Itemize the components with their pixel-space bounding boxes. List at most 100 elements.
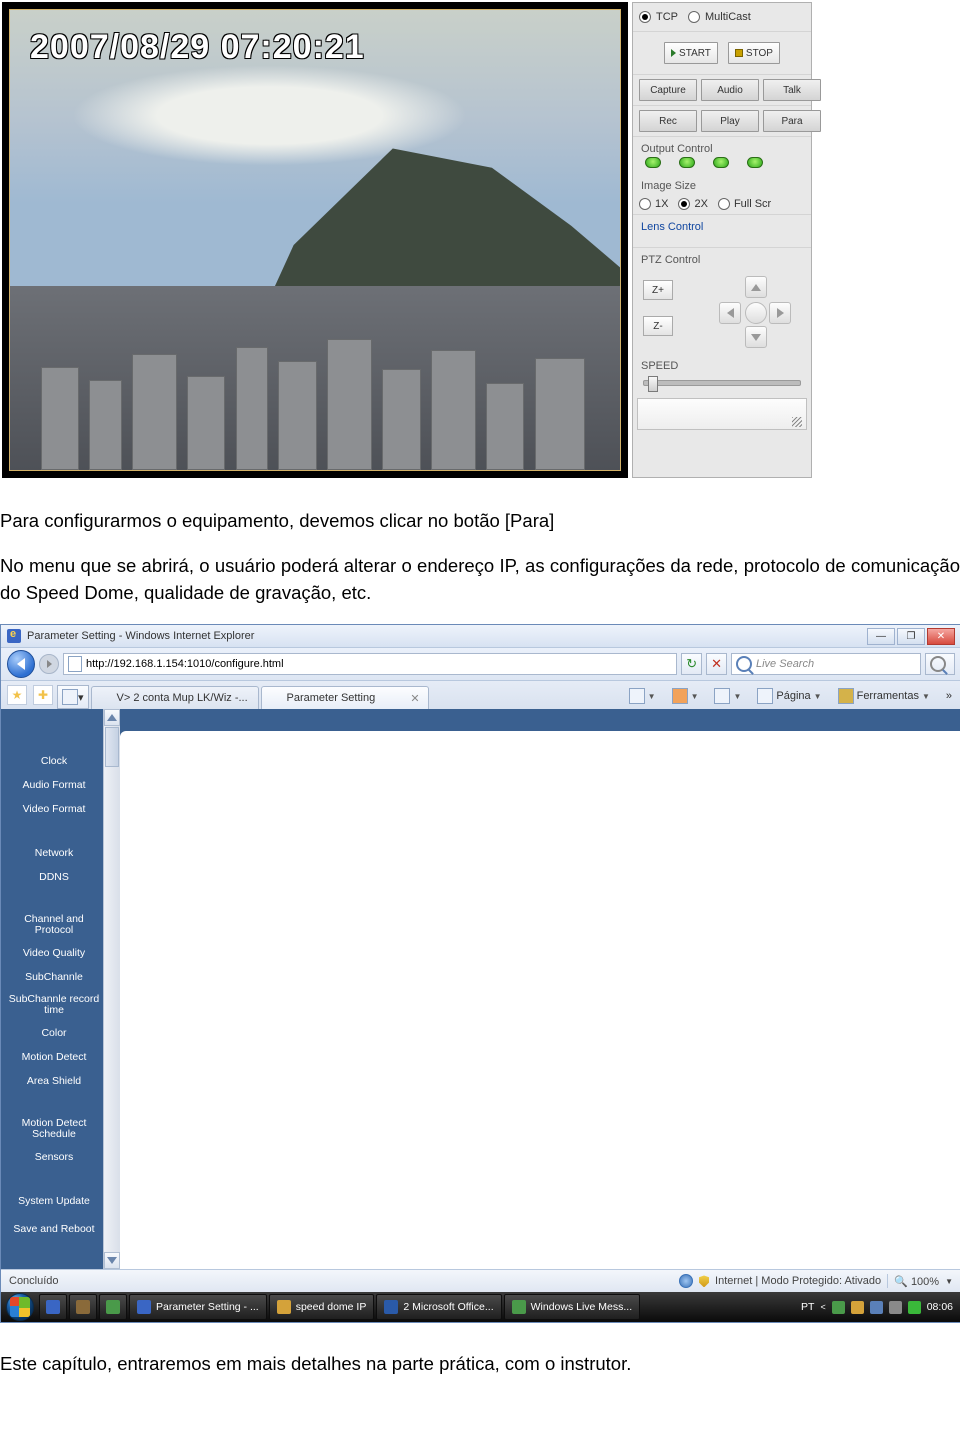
forward-button[interactable] bbox=[39, 654, 59, 674]
refresh-button[interactable]: ↻ bbox=[681, 653, 702, 675]
ptz-right-button[interactable] bbox=[769, 302, 791, 324]
start-button[interactable] bbox=[3, 1292, 37, 1322]
sidebar-item[interactable]: Color bbox=[5, 1021, 103, 1045]
chevron-more[interactable]: » bbox=[941, 686, 957, 706]
zoom-in-button[interactable]: Z+ bbox=[643, 280, 673, 300]
tools-menu[interactable]: Ferramentas▼ bbox=[833, 686, 935, 706]
maximize-button[interactable]: ❐ bbox=[897, 628, 925, 645]
favorites-button[interactable]: ★ bbox=[7, 685, 27, 705]
radio-fullscr[interactable]: Full Scr bbox=[718, 198, 771, 210]
radio-tcp[interactable]: TCP bbox=[639, 11, 678, 23]
minimize-button[interactable]: — bbox=[867, 628, 895, 645]
output-led-1[interactable] bbox=[645, 157, 661, 168]
address-input[interactable]: http://192.168.1.154:1010/configure.html bbox=[63, 653, 677, 675]
sidebar-item[interactable]: Motion Detect bbox=[5, 1045, 103, 1069]
ptz-up-button[interactable] bbox=[745, 276, 767, 298]
scroll-down-button[interactable] bbox=[104, 1252, 120, 1269]
stop-load-button[interactable]: ✕ bbox=[706, 653, 727, 675]
search-input[interactable]: Live Search bbox=[731, 653, 921, 675]
play-button[interactable]: Play bbox=[701, 110, 759, 132]
audio-button[interactable]: Audio bbox=[701, 79, 759, 101]
globe-icon bbox=[679, 1274, 693, 1288]
sidebar-item[interactable]: SubChannle bbox=[5, 965, 103, 989]
para-button[interactable]: Para bbox=[763, 110, 821, 132]
radio-multicast[interactable]: MultiCast bbox=[688, 11, 751, 23]
taskbar-item[interactable]: 2 Microsoft Office... bbox=[376, 1294, 501, 1320]
feeds-button[interactable]: ▼ bbox=[667, 686, 704, 706]
stop-button[interactable]: STOP bbox=[728, 42, 780, 64]
home-button[interactable]: ▼ bbox=[624, 686, 661, 706]
sidebar-item[interactable]: DDNS bbox=[5, 865, 103, 889]
taskbar-item[interactable]: speed dome IP bbox=[269, 1294, 375, 1320]
scroll-thumb[interactable] bbox=[105, 727, 119, 767]
sidebar-item[interactable]: SubChannle record time bbox=[5, 989, 103, 1021]
print-button[interactable]: ▼ bbox=[709, 686, 746, 706]
system-tray: PT < 08:06 bbox=[795, 1301, 959, 1314]
corner-resize[interactable] bbox=[637, 398, 807, 430]
tab-1[interactable]: V> 2 conta Mup LK/Wiz -... bbox=[91, 686, 259, 709]
tray-lang[interactable]: PT bbox=[801, 1301, 814, 1313]
stop-icon: ✕ bbox=[711, 656, 722, 672]
output-control-label: Output Control bbox=[633, 137, 811, 157]
app-icon bbox=[106, 1300, 120, 1314]
tray-icon-3[interactable] bbox=[870, 1301, 883, 1314]
search-go-button[interactable] bbox=[925, 653, 955, 675]
tab-group-button[interactable]: ▾ bbox=[57, 685, 89, 709]
radio-2x[interactable]: 2X bbox=[678, 198, 707, 210]
sidebar-item[interactable]: Channel and Protocol bbox=[5, 909, 103, 941]
quicklaunch-3[interactable] bbox=[99, 1294, 127, 1320]
arrow-left-icon bbox=[17, 658, 25, 670]
tab-close-icon[interactable]: ✕ bbox=[410, 692, 419, 705]
zoom-out-button[interactable]: Z- bbox=[643, 316, 673, 336]
sidebar-item[interactable]: Video Quality bbox=[5, 941, 103, 965]
scroll-up-button[interactable] bbox=[104, 709, 120, 726]
print-icon bbox=[714, 688, 730, 704]
sidebar-item[interactable]: Audio Format bbox=[5, 773, 103, 797]
start-button[interactable]: START bbox=[664, 42, 718, 64]
ptz-down-button[interactable] bbox=[745, 326, 767, 348]
page-content: ClockAudio FormatVideo Format NetworkDDNS… bbox=[1, 709, 960, 1269]
sidebar-item[interactable]: Motion Detect Schedule bbox=[5, 1113, 103, 1145]
output-led-2[interactable] bbox=[679, 157, 695, 168]
output-led-3[interactable] bbox=[713, 157, 729, 168]
tray-icon-4[interactable] bbox=[889, 1301, 902, 1314]
tray-clock[interactable]: 08:06 bbox=[927, 1301, 953, 1313]
close-button[interactable]: ✕ bbox=[927, 628, 955, 645]
play-icon bbox=[671, 49, 676, 57]
tab-2[interactable]: Parameter Setting ✕ bbox=[261, 686, 429, 709]
arrow-right-icon bbox=[777, 308, 784, 318]
zoom-indicator[interactable]: 🔍 100% bbox=[894, 1275, 939, 1288]
quicklaunch-2[interactable] bbox=[69, 1294, 97, 1320]
radio-1x[interactable]: 1X bbox=[639, 198, 668, 210]
chevron-up-icon bbox=[107, 714, 117, 721]
search-placeholder: Live Search bbox=[756, 658, 814, 670]
add-favorite-button[interactable]: ✚ bbox=[33, 685, 53, 705]
tray-expand[interactable]: < bbox=[820, 1302, 825, 1312]
tray-icon-1[interactable] bbox=[832, 1301, 845, 1314]
rec-button[interactable]: Rec bbox=[639, 110, 697, 132]
taskbar-item[interactable]: Parameter Setting - ... bbox=[129, 1294, 267, 1320]
tray-icon-5[interactable] bbox=[908, 1301, 921, 1314]
tray-icon-2[interactable] bbox=[851, 1301, 864, 1314]
sidebar-item[interactable]: System Update bbox=[5, 1189, 103, 1213]
page-menu[interactable]: Página▼ bbox=[752, 686, 826, 706]
ptz-center-button[interactable] bbox=[745, 302, 767, 324]
output-led-4[interactable] bbox=[747, 157, 763, 168]
taskbar-item[interactable]: Windows Live Mess... bbox=[504, 1294, 641, 1320]
shield-icon bbox=[699, 1275, 709, 1287]
sidebar-item[interactable]: Network bbox=[5, 841, 103, 865]
sidebar-item[interactable]: User Manager bbox=[5, 1265, 103, 1269]
sidebar-item[interactable]: Clock bbox=[5, 749, 103, 773]
capture-button[interactable]: Capture bbox=[639, 79, 697, 101]
quicklaunch-1[interactable] bbox=[39, 1294, 67, 1320]
sidebar-item[interactable]: Area Shield bbox=[5, 1069, 103, 1093]
body-paragraph-2: No menu que se abrirá, o usuário poderá … bbox=[0, 553, 960, 625]
sidebar-item[interactable]: Sensors bbox=[5, 1145, 103, 1169]
sidebar-item[interactable]: Save and Reboot bbox=[5, 1213, 103, 1245]
sidebar-scrollbar[interactable] bbox=[103, 709, 120, 1269]
ptz-left-button[interactable] bbox=[719, 302, 741, 324]
talk-button[interactable]: Talk bbox=[763, 79, 821, 101]
sidebar-item[interactable]: Video Format bbox=[5, 797, 103, 821]
speed-slider[interactable] bbox=[643, 380, 801, 386]
back-button[interactable] bbox=[7, 650, 35, 678]
